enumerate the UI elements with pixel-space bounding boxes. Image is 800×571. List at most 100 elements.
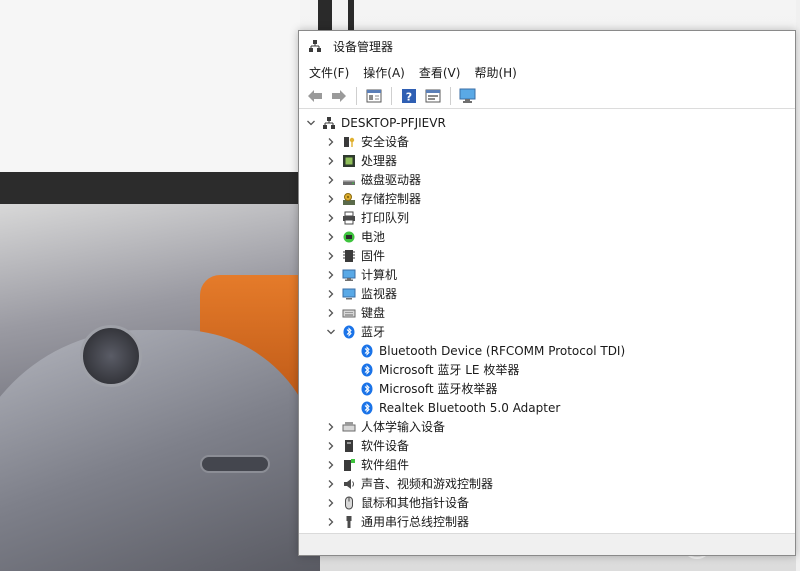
tree-device-ms-bluetooth-le[interactable]: Microsoft 蓝牙 LE 枚举器 — [299, 360, 795, 379]
wallpaper-beam — [318, 0, 332, 34]
tree-item-label: 监视器 — [361, 287, 398, 301]
tree-item-software-devices[interactable]: 软件设备 — [299, 436, 795, 455]
svg-text:?: ? — [406, 90, 412, 103]
device-manager-window: 设备管理器 文件(F) 操作(A) 查看(V) 帮助(H) ? DESKTOP-… — [298, 30, 796, 556]
chevron-right-icon[interactable] — [325, 517, 337, 527]
chevron-right-icon[interactable] — [325, 289, 337, 299]
tree-item-firmware[interactable]: 固件 — [299, 246, 795, 265]
chevron-right-icon[interactable] — [325, 213, 337, 223]
tree-item-usb-controllers[interactable]: 通用串行总线控制器 — [299, 512, 795, 531]
toolbar-separator — [391, 86, 392, 105]
tree-device-bluetooth-rfcomm[interactable]: Bluetooth Device (RFCOMM Protocol TDI) — [299, 341, 795, 360]
tree-item-mice[interactable]: 鼠标和其他指针设备 — [299, 493, 795, 512]
tree-device-label: Bluetooth Device (RFCOMM Protocol TDI) — [379, 343, 626, 358]
toolbar-separator — [356, 86, 357, 105]
tree-item-computer[interactable]: 计算机 — [299, 265, 795, 284]
window-title: 设备管理器 — [333, 39, 394, 54]
update-icon — [425, 89, 441, 102]
wallpaper-edge — [796, 0, 800, 571]
device-tree: DESKTOP-PFJIEVR 安全设备 处理器 磁盘驱动器 存储控制器 打印队… — [299, 109, 795, 531]
chevron-right-icon[interactable] — [325, 308, 337, 318]
back-icon — [308, 89, 322, 102]
help-button[interactable]: ? — [399, 86, 419, 106]
bluetooth-icon — [359, 400, 375, 416]
tree-device-ms-bluetooth-enum[interactable]: Microsoft 蓝牙枚举器 — [299, 379, 795, 398]
help-icon: ? — [402, 88, 416, 103]
tree-item-label: 声音、视频和游戏控制器 — [361, 477, 494, 491]
monitor-icon — [341, 286, 357, 302]
tree-item-monitors[interactable]: 监视器 — [299, 284, 795, 303]
wallpaper-car-body — [0, 330, 320, 571]
toolbar: ? — [299, 83, 795, 109]
chevron-right-icon[interactable] — [325, 232, 337, 242]
titlebar[interactable]: 设备管理器 — [299, 31, 795, 61]
tree-device-realtek-bluetooth[interactable]: Realtek Bluetooth 5.0 Adapter — [299, 398, 795, 417]
tree-item-label: 固件 — [361, 249, 386, 263]
battery-icon — [341, 229, 357, 245]
tree-item-label: 处理器 — [361, 154, 398, 168]
chevron-down-icon[interactable] — [305, 118, 317, 128]
tree-item-label: 人体学输入设备 — [361, 420, 446, 434]
bluetooth-icon — [359, 362, 375, 378]
disk-drive-icon — [341, 172, 357, 188]
tree-item-label: 键盘 — [361, 306, 386, 320]
tree-item-label: 软件设备 — [361, 439, 410, 453]
menu-view[interactable]: 查看(V) — [419, 64, 461, 81]
toolbar-separator — [450, 86, 451, 105]
chevron-right-icon[interactable] — [325, 194, 337, 204]
scan-hardware-button[interactable] — [458, 86, 478, 106]
tree-item-keyboards[interactable]: 键盘 — [299, 303, 795, 322]
usb-icon — [341, 514, 357, 530]
tree-item-label: 磁盘驱动器 — [361, 173, 422, 187]
menu-action[interactable]: 操作(A) — [363, 64, 405, 81]
tree-device-label: Microsoft 蓝牙 LE 枚举器 — [379, 363, 520, 377]
tree-item-disk-drives[interactable]: 磁盘驱动器 — [299, 170, 795, 189]
tree-item-label: 通用串行总线控制器 — [361, 515, 470, 529]
chevron-right-icon[interactable] — [325, 270, 337, 280]
properties-button[interactable] — [364, 86, 384, 106]
tree-item-processors[interactable]: 处理器 — [299, 151, 795, 170]
tree-item-storage-controllers[interactable]: 存储控制器 — [299, 189, 795, 208]
tree-item-label: 电池 — [361, 230, 386, 244]
wallpaper-wall — [0, 0, 300, 175]
chevron-right-icon[interactable] — [325, 422, 337, 432]
menu-file[interactable]: 文件(F) — [309, 64, 349, 81]
update-driver-button[interactable] — [423, 86, 443, 106]
tree-item-label: 软件组件 — [361, 458, 410, 472]
chevron-right-icon[interactable] — [325, 479, 337, 489]
tree-device-label: Microsoft 蓝牙枚举器 — [379, 382, 498, 396]
keyboard-icon — [341, 305, 357, 321]
chevron-right-icon[interactable] — [325, 460, 337, 470]
security-device-icon — [341, 134, 357, 150]
chevron-right-icon[interactable] — [325, 498, 337, 508]
chevron-right-icon[interactable] — [325, 137, 337, 147]
tree-item-sound-video-game[interactable]: 声音、视频和游戏控制器 — [299, 474, 795, 493]
wallpaper-beam — [348, 0, 354, 34]
tree-item-label: 计算机 — [361, 268, 398, 282]
chevron-right-icon[interactable] — [325, 251, 337, 261]
mouse-icon — [341, 495, 357, 511]
tree-root[interactable]: DESKTOP-PFJIEVR — [299, 113, 795, 132]
tree-item-software-components[interactable]: 软件组件 — [299, 455, 795, 474]
chevron-right-icon[interactable] — [325, 156, 337, 166]
forward-button[interactable] — [329, 86, 349, 106]
menu-help[interactable]: 帮助(H) — [474, 64, 516, 81]
back-button[interactable] — [305, 86, 325, 106]
chevron-right-icon[interactable] — [325, 441, 337, 451]
wallpaper-beam — [0, 172, 300, 204]
tree-item-print-queues[interactable]: 打印队列 — [299, 208, 795, 227]
printer-icon — [341, 210, 357, 226]
chevron-down-icon[interactable] — [325, 327, 337, 337]
chevron-right-icon[interactable] — [325, 175, 337, 185]
tree-item-bluetooth[interactable]: 蓝牙 — [299, 322, 795, 341]
computer-network-icon — [321, 115, 337, 131]
tree-item-security-devices[interactable]: 安全设备 — [299, 132, 795, 151]
tree-item-hid[interactable]: 人体学输入设备 — [299, 417, 795, 436]
tree-item-label: 打印队列 — [361, 211, 410, 225]
device-manager-icon — [307, 38, 323, 54]
firmware-icon — [341, 248, 357, 264]
tree-item-label: 安全设备 — [361, 135, 410, 149]
forward-icon — [332, 89, 346, 102]
tree-item-batteries[interactable]: 电池 — [299, 227, 795, 246]
software-device-icon — [341, 438, 357, 454]
